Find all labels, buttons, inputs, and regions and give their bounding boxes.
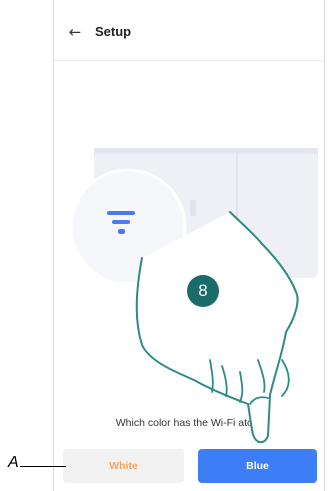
wifi-indicator-illustration	[69, 148, 318, 286]
callout-label: A	[8, 454, 19, 471]
arrow-left-icon: ←	[68, 23, 82, 41]
magnifier-circle	[69, 168, 187, 286]
blue-button[interactable]: Blue	[198, 449, 317, 483]
white-button[interactable]: White	[63, 449, 184, 483]
back-button[interactable]: ←	[65, 23, 85, 41]
step-badge: 8	[187, 275, 219, 307]
page-title: Setup	[95, 24, 132, 39]
device-plate-top	[94, 148, 318, 154]
app-screen: ← Setup Which color has the Wi-Fi ator? …	[53, 0, 325, 491]
device-clip	[190, 200, 196, 216]
callout-line	[20, 466, 66, 467]
app-header: ← Setup	[54, 0, 324, 61]
color-question: Which color has the Wi-Fi ator?	[115, 417, 263, 429]
